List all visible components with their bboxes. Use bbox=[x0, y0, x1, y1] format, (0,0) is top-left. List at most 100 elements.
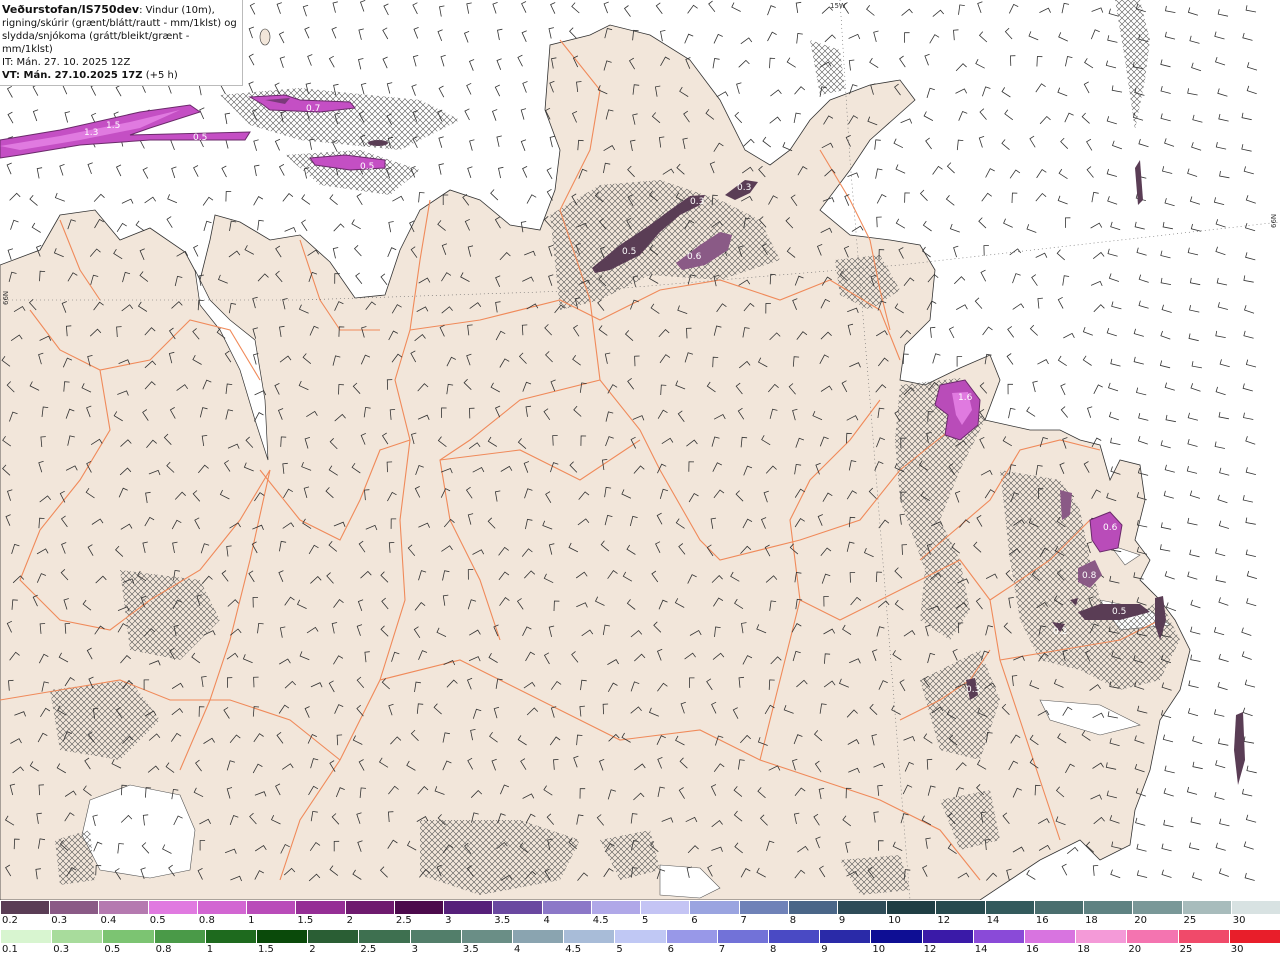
legend-label: 18 bbox=[1077, 944, 1090, 955]
legend-label: 2 bbox=[309, 944, 316, 955]
legend-label: 0.8 bbox=[198, 915, 215, 926]
legend-swatch bbox=[196, 901, 247, 914]
legend-label: 7 bbox=[740, 915, 747, 926]
legend-swatch bbox=[1230, 901, 1280, 914]
latitude-label-right: 66N bbox=[1270, 214, 1278, 228]
precip-label: 0.5 bbox=[622, 247, 636, 257]
glacier bbox=[81, 784, 196, 879]
legend-label: 5 bbox=[616, 944, 623, 955]
precip-label: 0.8 bbox=[1082, 571, 1097, 581]
map-title: Veðurstofan/IS750dev bbox=[2, 3, 140, 16]
precip-label: 0.7 bbox=[306, 104, 320, 114]
legend-swatch bbox=[541, 901, 591, 914]
precip-label: 0.3 bbox=[690, 197, 704, 207]
weather-map[interactable]: 1.3 1.5 0.5 0.7 0.5 0.3 0.3 0.5 0.6 1.6 … bbox=[0, 0, 1280, 900]
legend-swatch bbox=[0, 901, 50, 914]
legend-label: 14 bbox=[986, 915, 1000, 926]
legend-swatch bbox=[1083, 901, 1133, 914]
valid-time: VT: Mán. 27.10.2025 17Z bbox=[2, 70, 143, 81]
legend-label: 30 bbox=[1230, 944, 1244, 955]
legend-label: 10 bbox=[888, 915, 901, 926]
legend-label: 0.5 bbox=[149, 915, 166, 926]
legend-label: 4.5 bbox=[565, 944, 582, 955]
legend-label: 2 bbox=[346, 915, 353, 926]
legend-swatch bbox=[460, 930, 513, 943]
legend-label: 12 bbox=[937, 915, 951, 926]
legend-swatch bbox=[870, 930, 922, 943]
legend-swatch bbox=[1132, 901, 1182, 914]
legend-label: 6 bbox=[667, 944, 674, 955]
legend-label: 2.5 bbox=[360, 944, 377, 955]
legend-label: 9 bbox=[821, 944, 828, 955]
legend-swatch bbox=[1228, 930, 1280, 943]
lead-time: (+5 h) bbox=[145, 70, 178, 81]
legend-swatch bbox=[0, 930, 52, 943]
legend-swatch bbox=[563, 930, 615, 943]
latitude-label-left: 66N bbox=[2, 291, 10, 305]
legend-label: 4.5 bbox=[592, 915, 609, 926]
legend-swatch bbox=[344, 901, 394, 914]
legend-swatch bbox=[768, 930, 820, 943]
legend-swatch bbox=[614, 930, 666, 943]
legend-swatch bbox=[358, 930, 410, 943]
precip-label: 0.5 bbox=[360, 162, 374, 172]
legend-label: 4 bbox=[543, 915, 550, 926]
precip-label: 0.6 bbox=[1103, 523, 1118, 533]
legend-label: 1.5 bbox=[297, 915, 314, 926]
legend-swatch bbox=[716, 930, 769, 943]
legend-label: 0.3 bbox=[51, 915, 68, 926]
legend-swatch bbox=[147, 901, 197, 914]
legend-swatch bbox=[102, 930, 154, 943]
legend-label: 8 bbox=[770, 944, 777, 955]
legend-label: 0.1 bbox=[2, 944, 18, 955]
legend-label: 9 bbox=[838, 915, 846, 926]
legend-swatch bbox=[246, 901, 296, 914]
map-info-box: Veðurstofan/IS750dev: Vindur (10m), rign… bbox=[0, 0, 243, 86]
legend-swatch bbox=[921, 930, 973, 943]
legend-label: 0.3 bbox=[53, 944, 70, 955]
legend-swatch bbox=[409, 930, 461, 943]
legend-swatch bbox=[1033, 901, 1084, 914]
legend-label: 3 bbox=[411, 944, 418, 955]
legend-label: 1.5 bbox=[258, 944, 274, 955]
legend-label: 0.8 bbox=[155, 944, 172, 955]
legend-swatch bbox=[295, 901, 345, 914]
legend-label: 18 bbox=[1085, 915, 1098, 926]
legend-swatch bbox=[935, 901, 985, 914]
legend-swatch bbox=[1181, 901, 1231, 914]
legend-label: 16 bbox=[1035, 915, 1049, 926]
legend-swatch bbox=[836, 901, 887, 914]
legend-swatch bbox=[443, 901, 493, 914]
legend-label: 20 bbox=[1128, 944, 1142, 955]
precip-label: 1.3 bbox=[84, 128, 98, 138]
legend-label: 3.5 bbox=[494, 915, 511, 926]
legend-label: 12 bbox=[923, 944, 937, 955]
legend-label: 14 bbox=[974, 944, 988, 955]
precip-label: 1.6 bbox=[958, 393, 973, 403]
precip-label: 0.5 bbox=[193, 133, 207, 143]
precip-label: 0.2 bbox=[1053, 627, 1067, 637]
legend-label: 16 bbox=[1026, 944, 1039, 955]
legend-label: 25 bbox=[1183, 915, 1197, 926]
legend-swatch bbox=[1126, 930, 1178, 943]
snow-legend-bar bbox=[0, 901, 1280, 914]
legend-label: 3 bbox=[445, 915, 452, 926]
legend-swatch bbox=[492, 901, 542, 914]
legend-swatch bbox=[819, 930, 871, 943]
legend-swatch bbox=[256, 930, 308, 943]
legend-label: 20 bbox=[1134, 915, 1148, 926]
legend-swatch bbox=[590, 901, 641, 914]
island bbox=[259, 28, 271, 46]
legend-swatch bbox=[972, 930, 1025, 943]
legend-swatch bbox=[640, 901, 690, 914]
legend-swatch bbox=[98, 901, 148, 914]
legend-swatch bbox=[984, 901, 1034, 914]
legend-swatch bbox=[49, 901, 99, 914]
legend-label: 5 bbox=[642, 915, 649, 926]
legend-swatch bbox=[787, 901, 837, 914]
legend-swatch bbox=[307, 930, 359, 943]
legend-swatch bbox=[512, 930, 564, 943]
legend-label: 2.5 bbox=[395, 915, 412, 926]
legend-label: 30 bbox=[1232, 915, 1246, 926]
precip-label: 1.5 bbox=[106, 121, 120, 131]
